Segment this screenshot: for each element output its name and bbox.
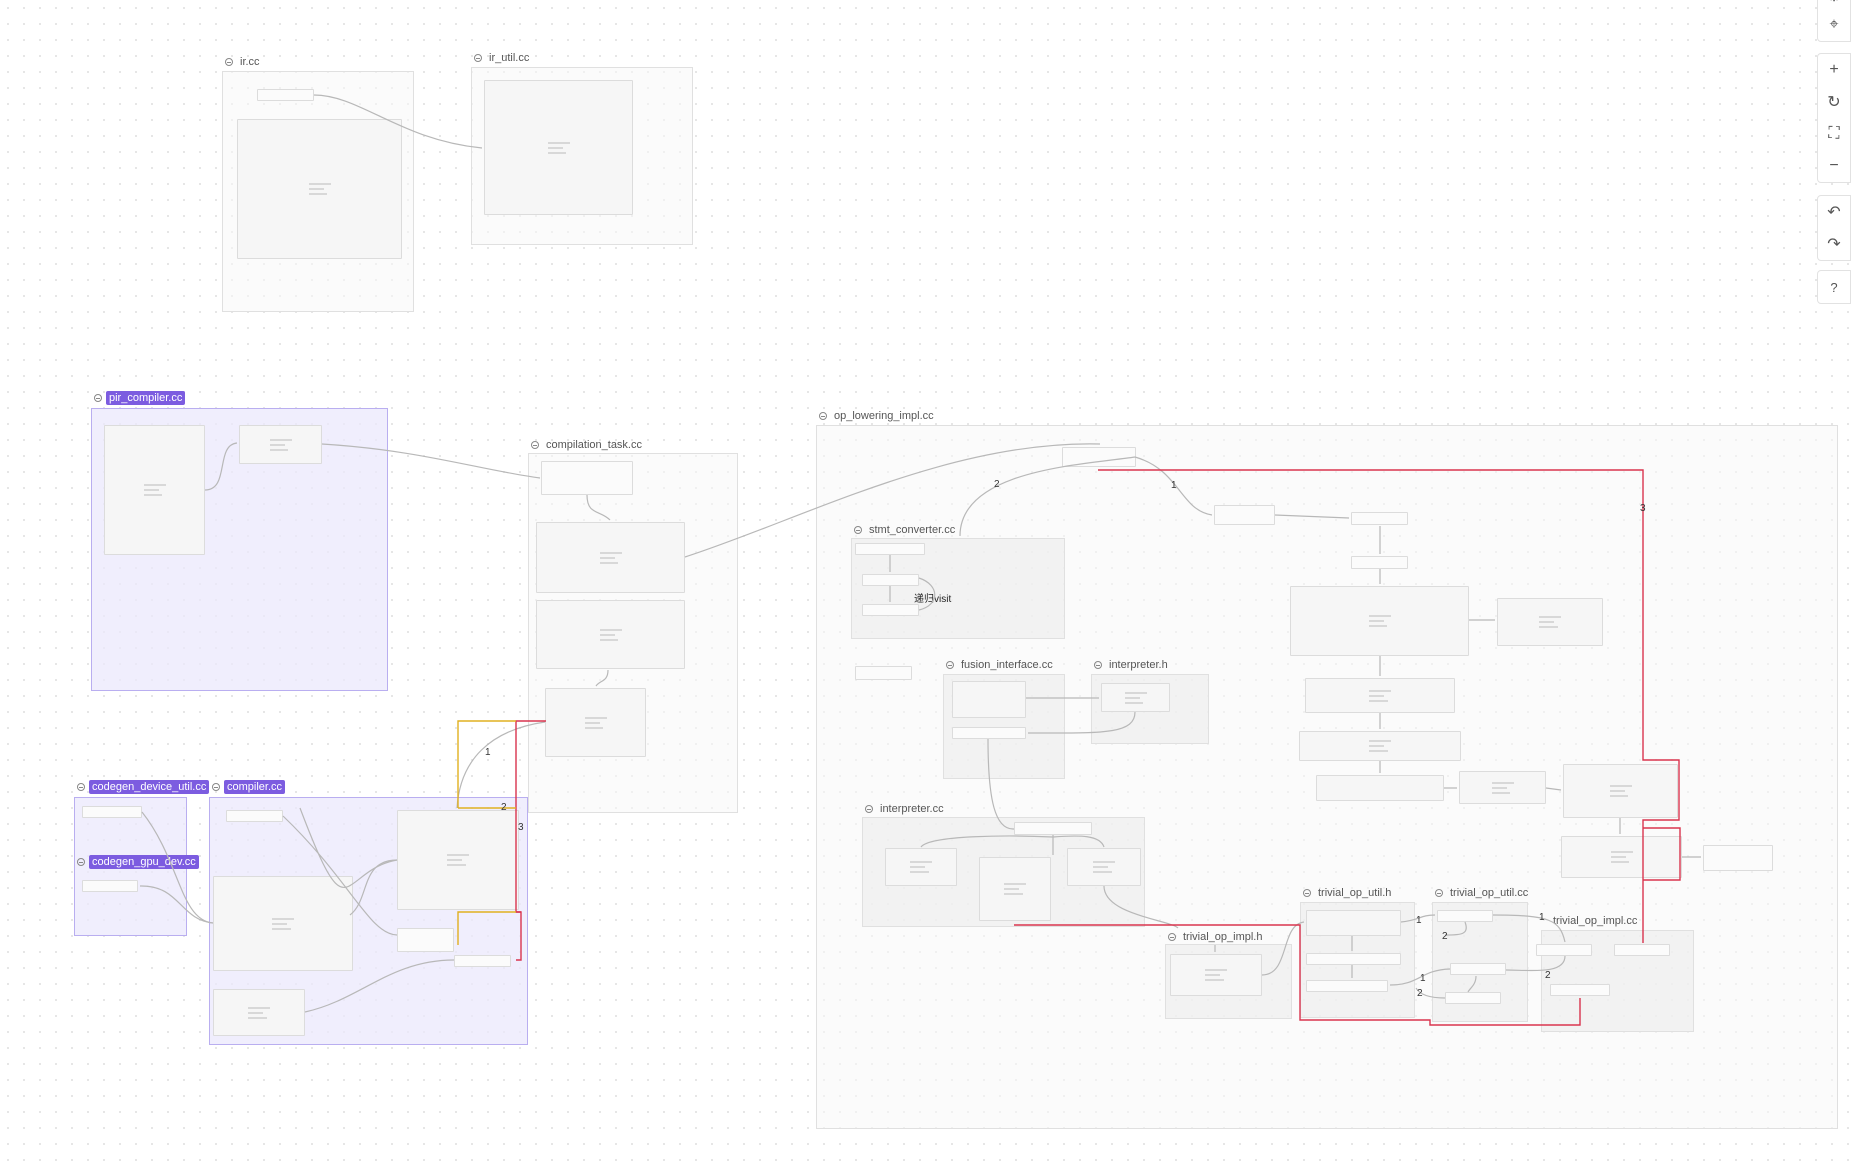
- help-icon[interactable]: ?: [1818, 271, 1850, 303]
- edge-label: 1: [1539, 912, 1545, 923]
- edge-label: 3: [1640, 503, 1646, 514]
- zoom-out-icon[interactable]: −: [1818, 150, 1850, 182]
- edge-label: 1: [1416, 915, 1422, 926]
- settings-icon[interactable]: ⚙: [1818, 0, 1850, 9]
- toolbar-group-history: ↶ ↷: [1817, 195, 1851, 261]
- edge-label: 3: [518, 822, 524, 833]
- edge-label: 1: [1171, 480, 1177, 491]
- edge-label: 2: [1442, 931, 1448, 942]
- diagram-canvas[interactable]: ir.cc ir_util.cc pir_compiler.cc compila…: [0, 0, 1851, 1170]
- toolbar-group-view: ⚙ ⌖: [1817, 0, 1851, 42]
- edge-label: 1: [485, 747, 491, 758]
- redo-icon[interactable]: ↷: [1818, 228, 1850, 260]
- zoom-in-icon[interactable]: +: [1818, 54, 1850, 86]
- toolbar-group-zoom: + ↻ ⛶ −: [1817, 53, 1851, 183]
- edge-label: 1: [1420, 973, 1426, 984]
- fullscreen-icon[interactable]: ⛶: [1818, 118, 1850, 150]
- edges-layer: [139, 94, 1701, 1026]
- edge-label: 2: [1417, 988, 1423, 999]
- edge-label: 2: [1545, 970, 1551, 981]
- edge-label: 2: [994, 479, 1000, 490]
- undo-icon[interactable]: ↶: [1818, 196, 1850, 228]
- edge-label: 2: [501, 802, 507, 813]
- fit-view-icon[interactable]: ⌖: [1818, 9, 1850, 41]
- toolbar-group-help: ?: [1817, 270, 1851, 304]
- refresh-icon[interactable]: ↻: [1818, 86, 1850, 118]
